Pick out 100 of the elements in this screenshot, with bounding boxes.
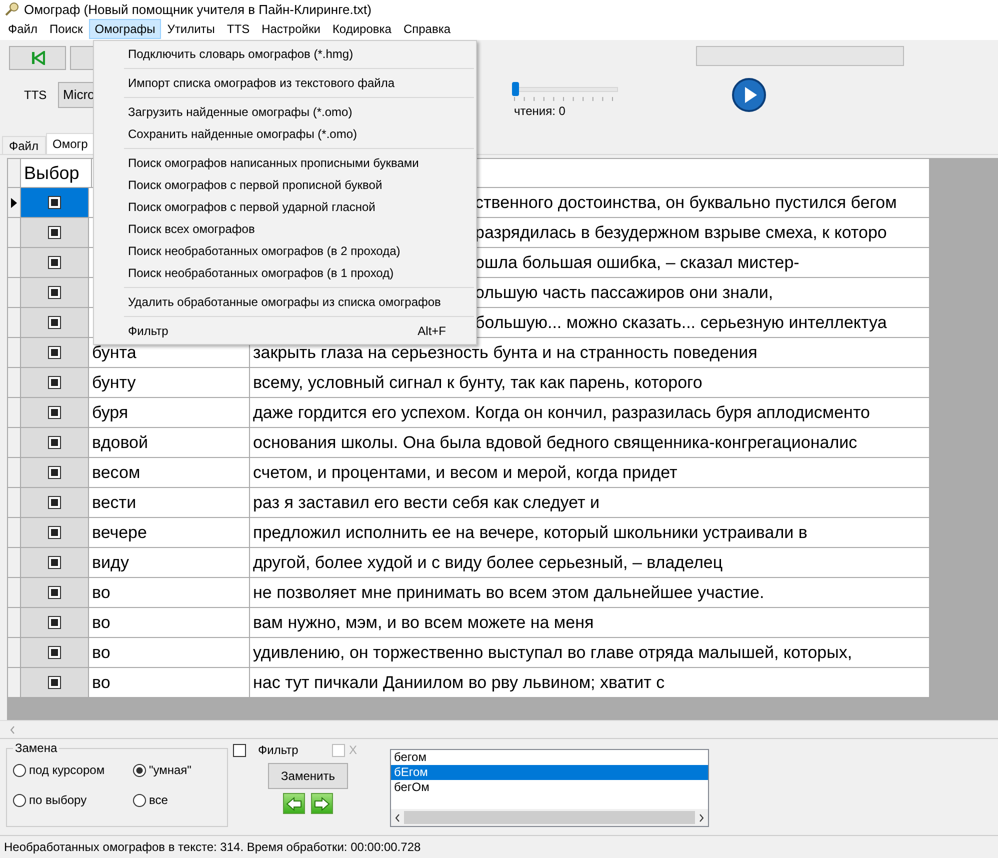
menu-item[interactable]: Кодировка [326, 19, 398, 39]
next-button[interactable] [311, 793, 333, 814]
previous-button[interactable] [283, 793, 305, 814]
table-cell: разрядилась в безудержном взрыве смеха, к которо [475, 222, 887, 242]
checkbox[interactable] [48, 316, 61, 329]
table-cell: весом [89, 458, 250, 488]
list-item[interactable]: бегОм [391, 780, 708, 795]
left-arrow-icon [286, 796, 302, 810]
list-scrollbar[interactable] [391, 809, 708, 826]
menu-entry[interactable]: Поиск необработанных омографов (в 1 проход) [94, 262, 476, 284]
tab[interactable]: Файл [2, 136, 46, 154]
checkbox[interactable] [48, 436, 61, 449]
checkbox[interactable] [48, 676, 61, 689]
radio-label: все [149, 793, 168, 807]
menu-item[interactable]: TTS [220, 19, 256, 39]
menu-entry[interactable]: Поиск всех омографов [94, 218, 476, 240]
radio-option[interactable]: все [133, 793, 223, 807]
radio-label: "умная" [149, 763, 192, 777]
filter-checkbox[interactable] [233, 744, 246, 756]
table-cell: во [89, 638, 250, 668]
list-item[interactable]: бегом [391, 750, 708, 765]
table-cell: во [89, 668, 250, 698]
table-cell: виду [89, 548, 250, 578]
tts-label: TTS [24, 88, 48, 102]
radio-button[interactable] [13, 764, 26, 776]
list-item[interactable]: бЕгом [391, 765, 708, 780]
table-cell: счетом, и процентами, и весом и мерой, когда придет [250, 458, 930, 488]
table-cell: закрыть глаза на серьезность бунта и на странность поведения [250, 338, 930, 368]
checkbox[interactable] [48, 346, 61, 359]
menu-entry[interactable]: Удалить обработанные омографы из списка омографов [94, 291, 476, 313]
table-cell: во [89, 578, 250, 608]
menu-entry[interactable]: Поиск необработанных омографов (в 2 прохода) [94, 240, 476, 262]
group-title: Замена [14, 741, 58, 755]
table-cell: вечере [89, 518, 250, 548]
menu-entry[interactable]: Поиск омографов написанных прописными буквами [94, 152, 476, 174]
table-cell: предложил исполнить ее на вечере, который школьники устраивали в [250, 518, 930, 548]
table-cell: ственного достоинства, он буквально пустился бегом [475, 192, 897, 212]
table-cell: вести [89, 488, 250, 518]
table-cell: другой, более худой и с виду более серьезный, – владелец [250, 548, 930, 578]
menu-item[interactable]: Справка [397, 19, 457, 39]
radio-option[interactable]: по выбору [13, 793, 133, 807]
checkbox[interactable] [48, 466, 61, 479]
table-cell: вдовой [89, 428, 250, 458]
menu-entry[interactable]: Сохранить найденные омографы (*.omo) [94, 123, 476, 145]
checkbox[interactable] [48, 526, 61, 539]
checkbox[interactable] [48, 286, 61, 299]
table-cell: не позволяет мне принимать во всем этом дальнейшее участие. [250, 578, 930, 608]
menu-entry[interactable]: Поиск омографов с первой ударной гласной [94, 196, 476, 218]
radio-option[interactable]: под курсором [13, 763, 133, 777]
radio-button[interactable] [13, 794, 26, 806]
radio-button[interactable] [133, 764, 146, 776]
x-label: X [349, 743, 358, 757]
checkbox[interactable] [48, 616, 61, 629]
scroll-left-icon[interactable] [395, 814, 400, 822]
checkbox[interactable] [48, 196, 61, 209]
first-button[interactable] [9, 46, 66, 70]
play-icon [732, 78, 766, 112]
menu-item[interactable]: Утилиты [161, 19, 221, 39]
table-cell: удивлению, он торжественно выступал во главе отряда малышей, которых, [250, 638, 930, 668]
table-cell: нас тут пичкали Даниилом во рву львином; хватит с [250, 668, 930, 698]
menu-item[interactable]: Омографы [88, 19, 162, 39]
checkbox[interactable] [48, 556, 61, 569]
table-cell: даже гордится его успехом. Когда он кончил, разразилась буря аплодисменто [250, 398, 930, 428]
checkbox[interactable] [48, 226, 61, 239]
table-cell: ошла большая ошибка, – сказал мистер- [475, 252, 800, 272]
table-cell: раз я заставил его вести себя как следует и [250, 488, 930, 518]
speed-slider[interactable] [514, 82, 618, 94]
slider-thumb[interactable] [512, 82, 519, 96]
table-cell: бунту [89, 368, 250, 398]
table-cell: большую... можно сказать... серьезную интеллектуа [475, 312, 887, 332]
table-cell: буря [89, 398, 250, 428]
right-arrow-icon [314, 796, 330, 810]
menu-item[interactable]: Настройки [256, 19, 326, 39]
row-header[interactable] [8, 188, 21, 218]
tab[interactable]: Омогр [46, 133, 95, 154]
radio-label: по выбору [29, 793, 87, 807]
table-cell: ольшую часть пассажиров они знали, [475, 282, 774, 302]
menu-entry[interactable]: Подключить словарь омографов (*.hmg) [94, 43, 476, 65]
menu-item[interactable]: Файл [2, 19, 44, 39]
radio-label: под курсором [29, 763, 105, 777]
checkbox[interactable] [48, 376, 61, 389]
menu-item[interactable]: Поиск [44, 19, 89, 39]
menu-entry[interactable]: Поиск омографов с первой прописной буквой [94, 174, 476, 196]
window-title: Омограф (Новый помощник учителя в Пайн-Клиринге.txt) [24, 2, 372, 16]
skip-back-icon [30, 51, 44, 65]
app-icon [4, 1, 20, 17]
checkbox[interactable] [48, 406, 61, 419]
table-cell: основания школы. Она была вдовой бедного священника-конгрегационалис [250, 428, 930, 458]
play-button[interactable] [732, 78, 766, 112]
checkbox[interactable] [48, 496, 61, 509]
table-cell: всему, условный сигнал к бунту, так как парень, которого [250, 368, 930, 398]
table-cell: вам нужно, мэм, и во всем можете на меня [250, 608, 930, 638]
replace-button[interactable]: Заменить [268, 763, 348, 789]
checkbox[interactable] [48, 586, 61, 599]
checkbox[interactable] [48, 256, 61, 269]
radio-option[interactable]: "умная" [133, 763, 223, 777]
filter-label: Фильтр [258, 743, 300, 757]
scroll-right-icon[interactable] [699, 814, 704, 822]
radio-button[interactable] [133, 794, 146, 806]
checkbox[interactable] [48, 646, 61, 659]
